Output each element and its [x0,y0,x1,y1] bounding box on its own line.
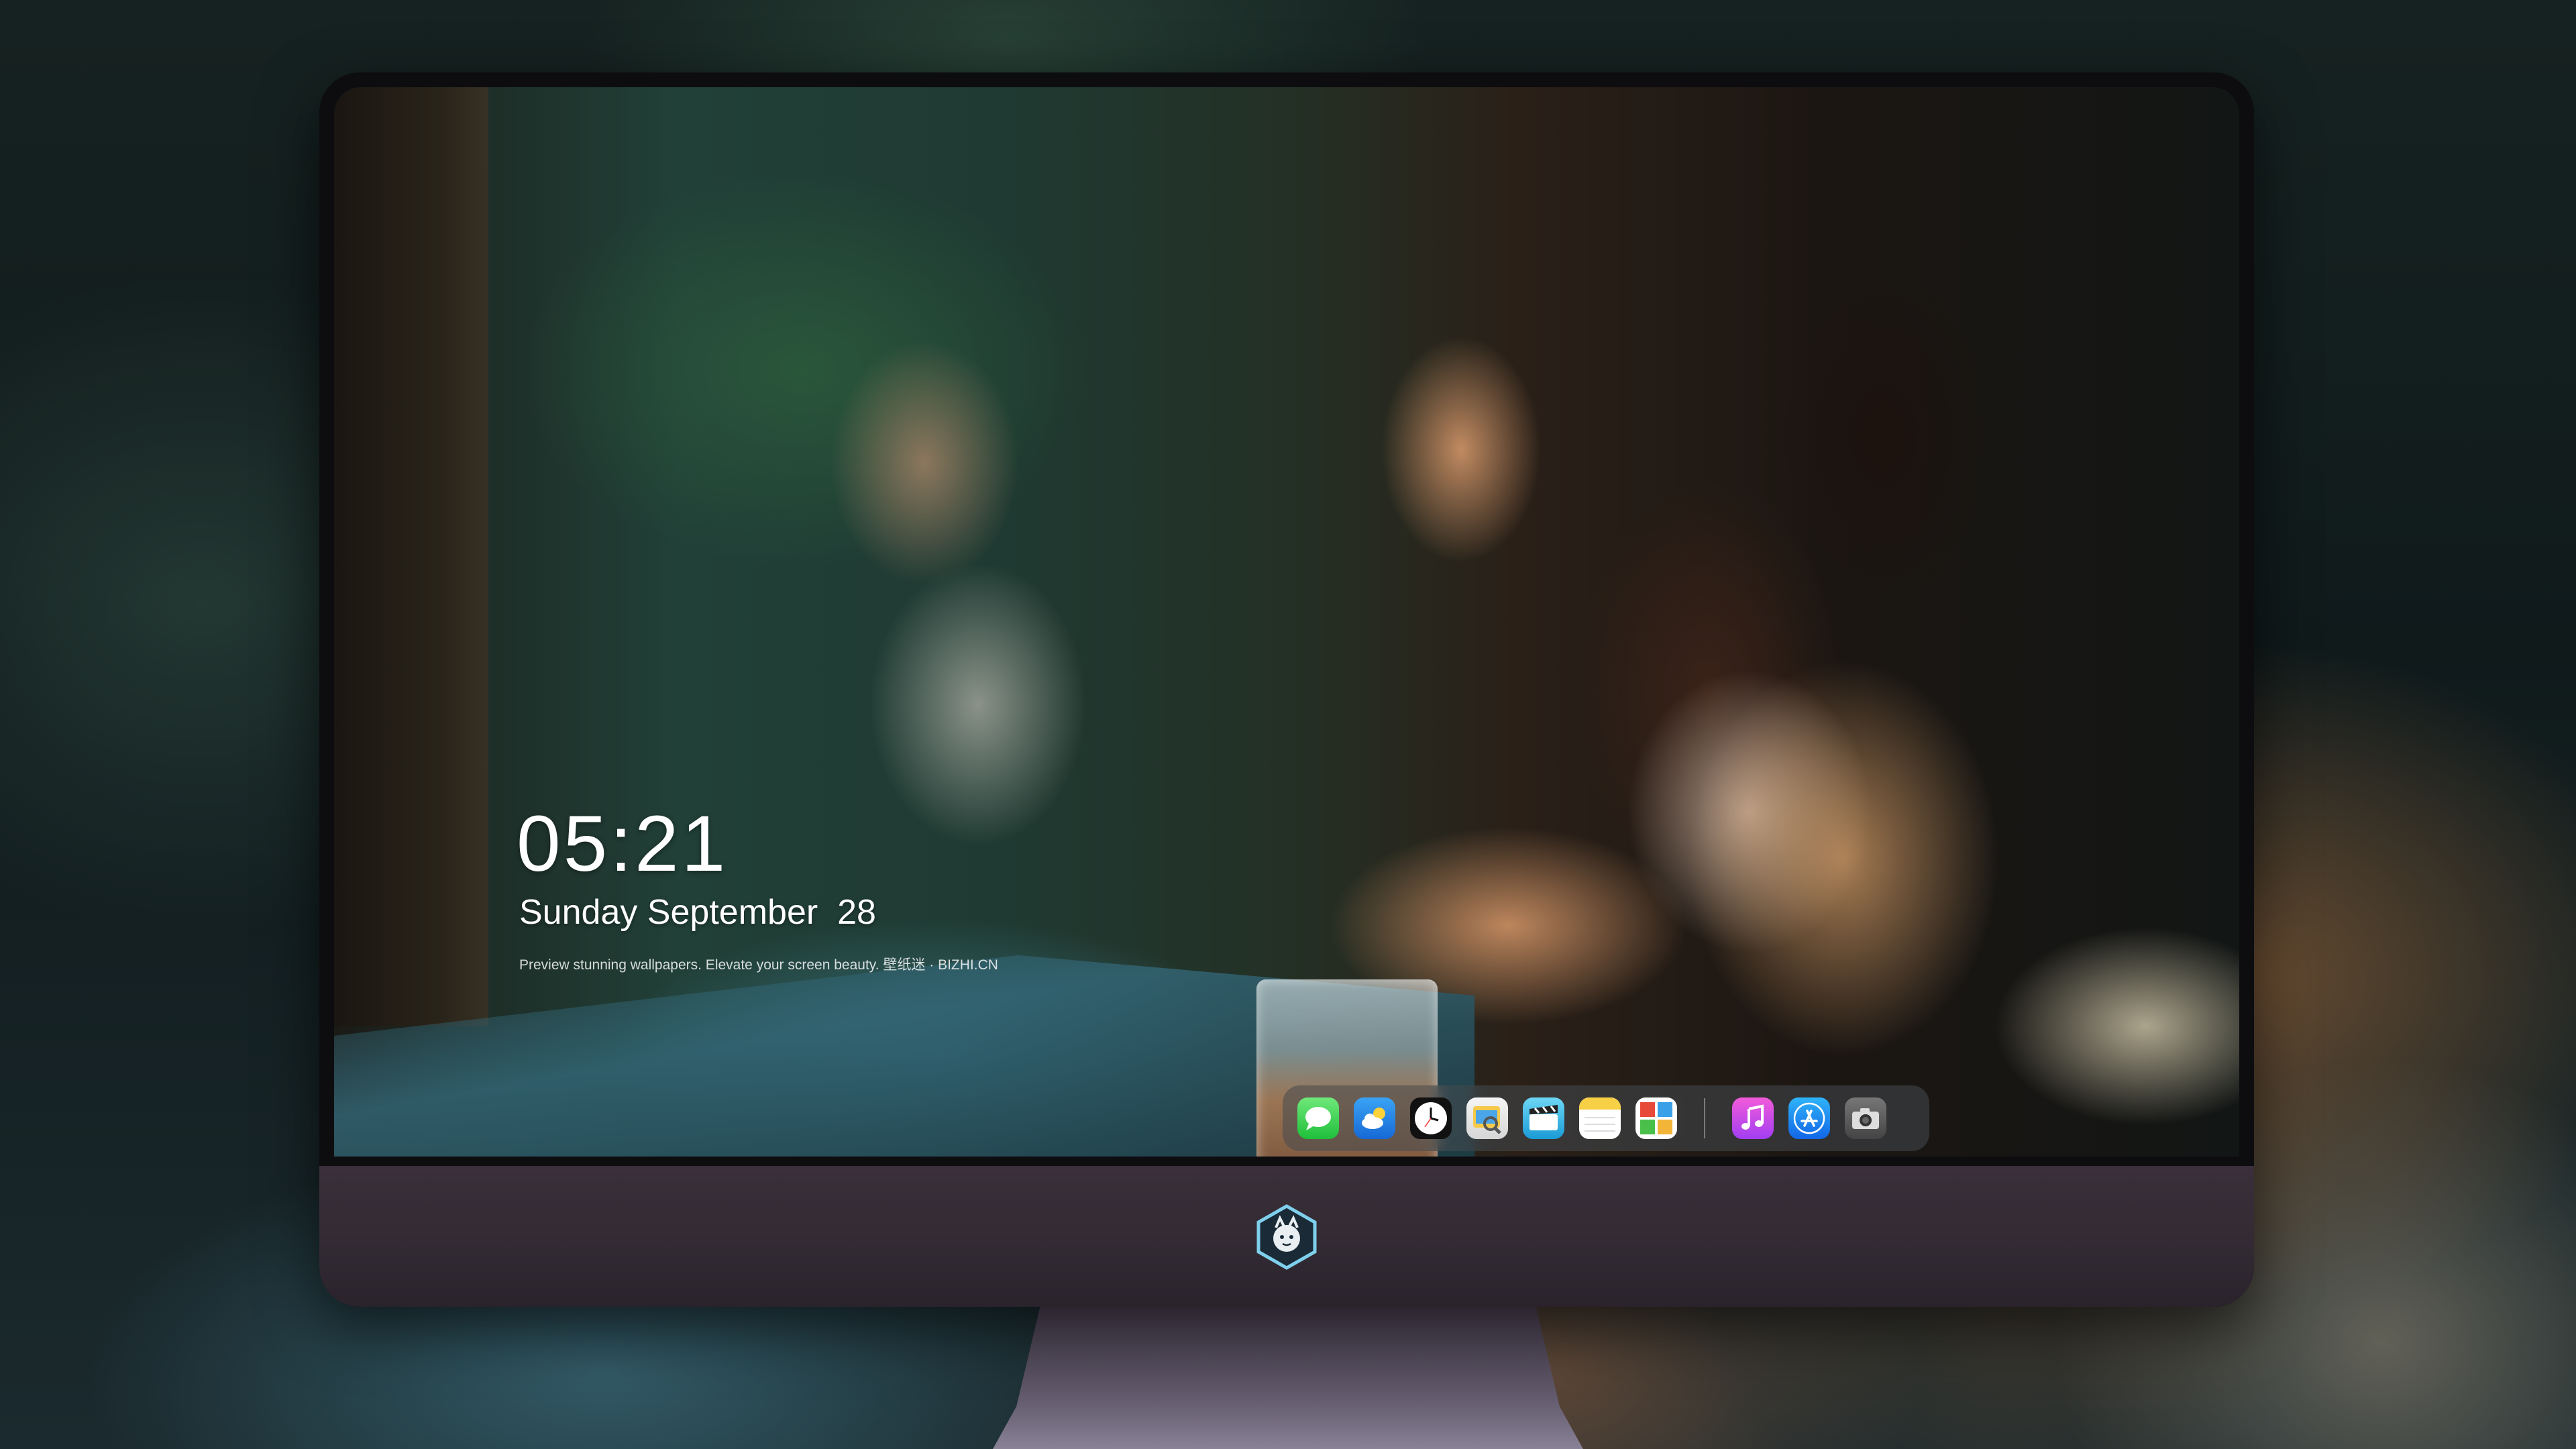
monitor-stand [993,1307,1583,1449]
notes-icon[interactable] [1579,1097,1621,1139]
preview-icon[interactable] [1466,1097,1508,1139]
messages-icon[interactable] [1297,1097,1339,1139]
monitor: 05:21 Sunday September 28 Preview stunni… [319,72,2254,1307]
wallpaper-window-frame [334,87,488,1026]
photo-booth-icon[interactable] [1635,1097,1677,1139]
clips-icon[interactable] [1523,1097,1564,1139]
lock-screen-time: 05:21 [517,800,729,888]
clock-icon[interactable] [1410,1097,1452,1139]
weather-icon[interactable] [1354,1097,1395,1139]
itunes-icon[interactable] [1732,1097,1774,1139]
logo-icon [1253,1203,1320,1271]
app-store-icon[interactable] [1788,1097,1830,1139]
lock-screen-date: Sunday September 28 [519,893,876,932]
dock [1283,1085,1929,1151]
lock-screen-tagline: Preview stunning wallpapers. Elevate you… [519,957,998,973]
dock-separator [1704,1098,1705,1138]
camera-icon[interactable] [1845,1097,1886,1139]
wallpaper-screen: 05:21 Sunday September 28 Preview stunni… [334,87,2239,1157]
